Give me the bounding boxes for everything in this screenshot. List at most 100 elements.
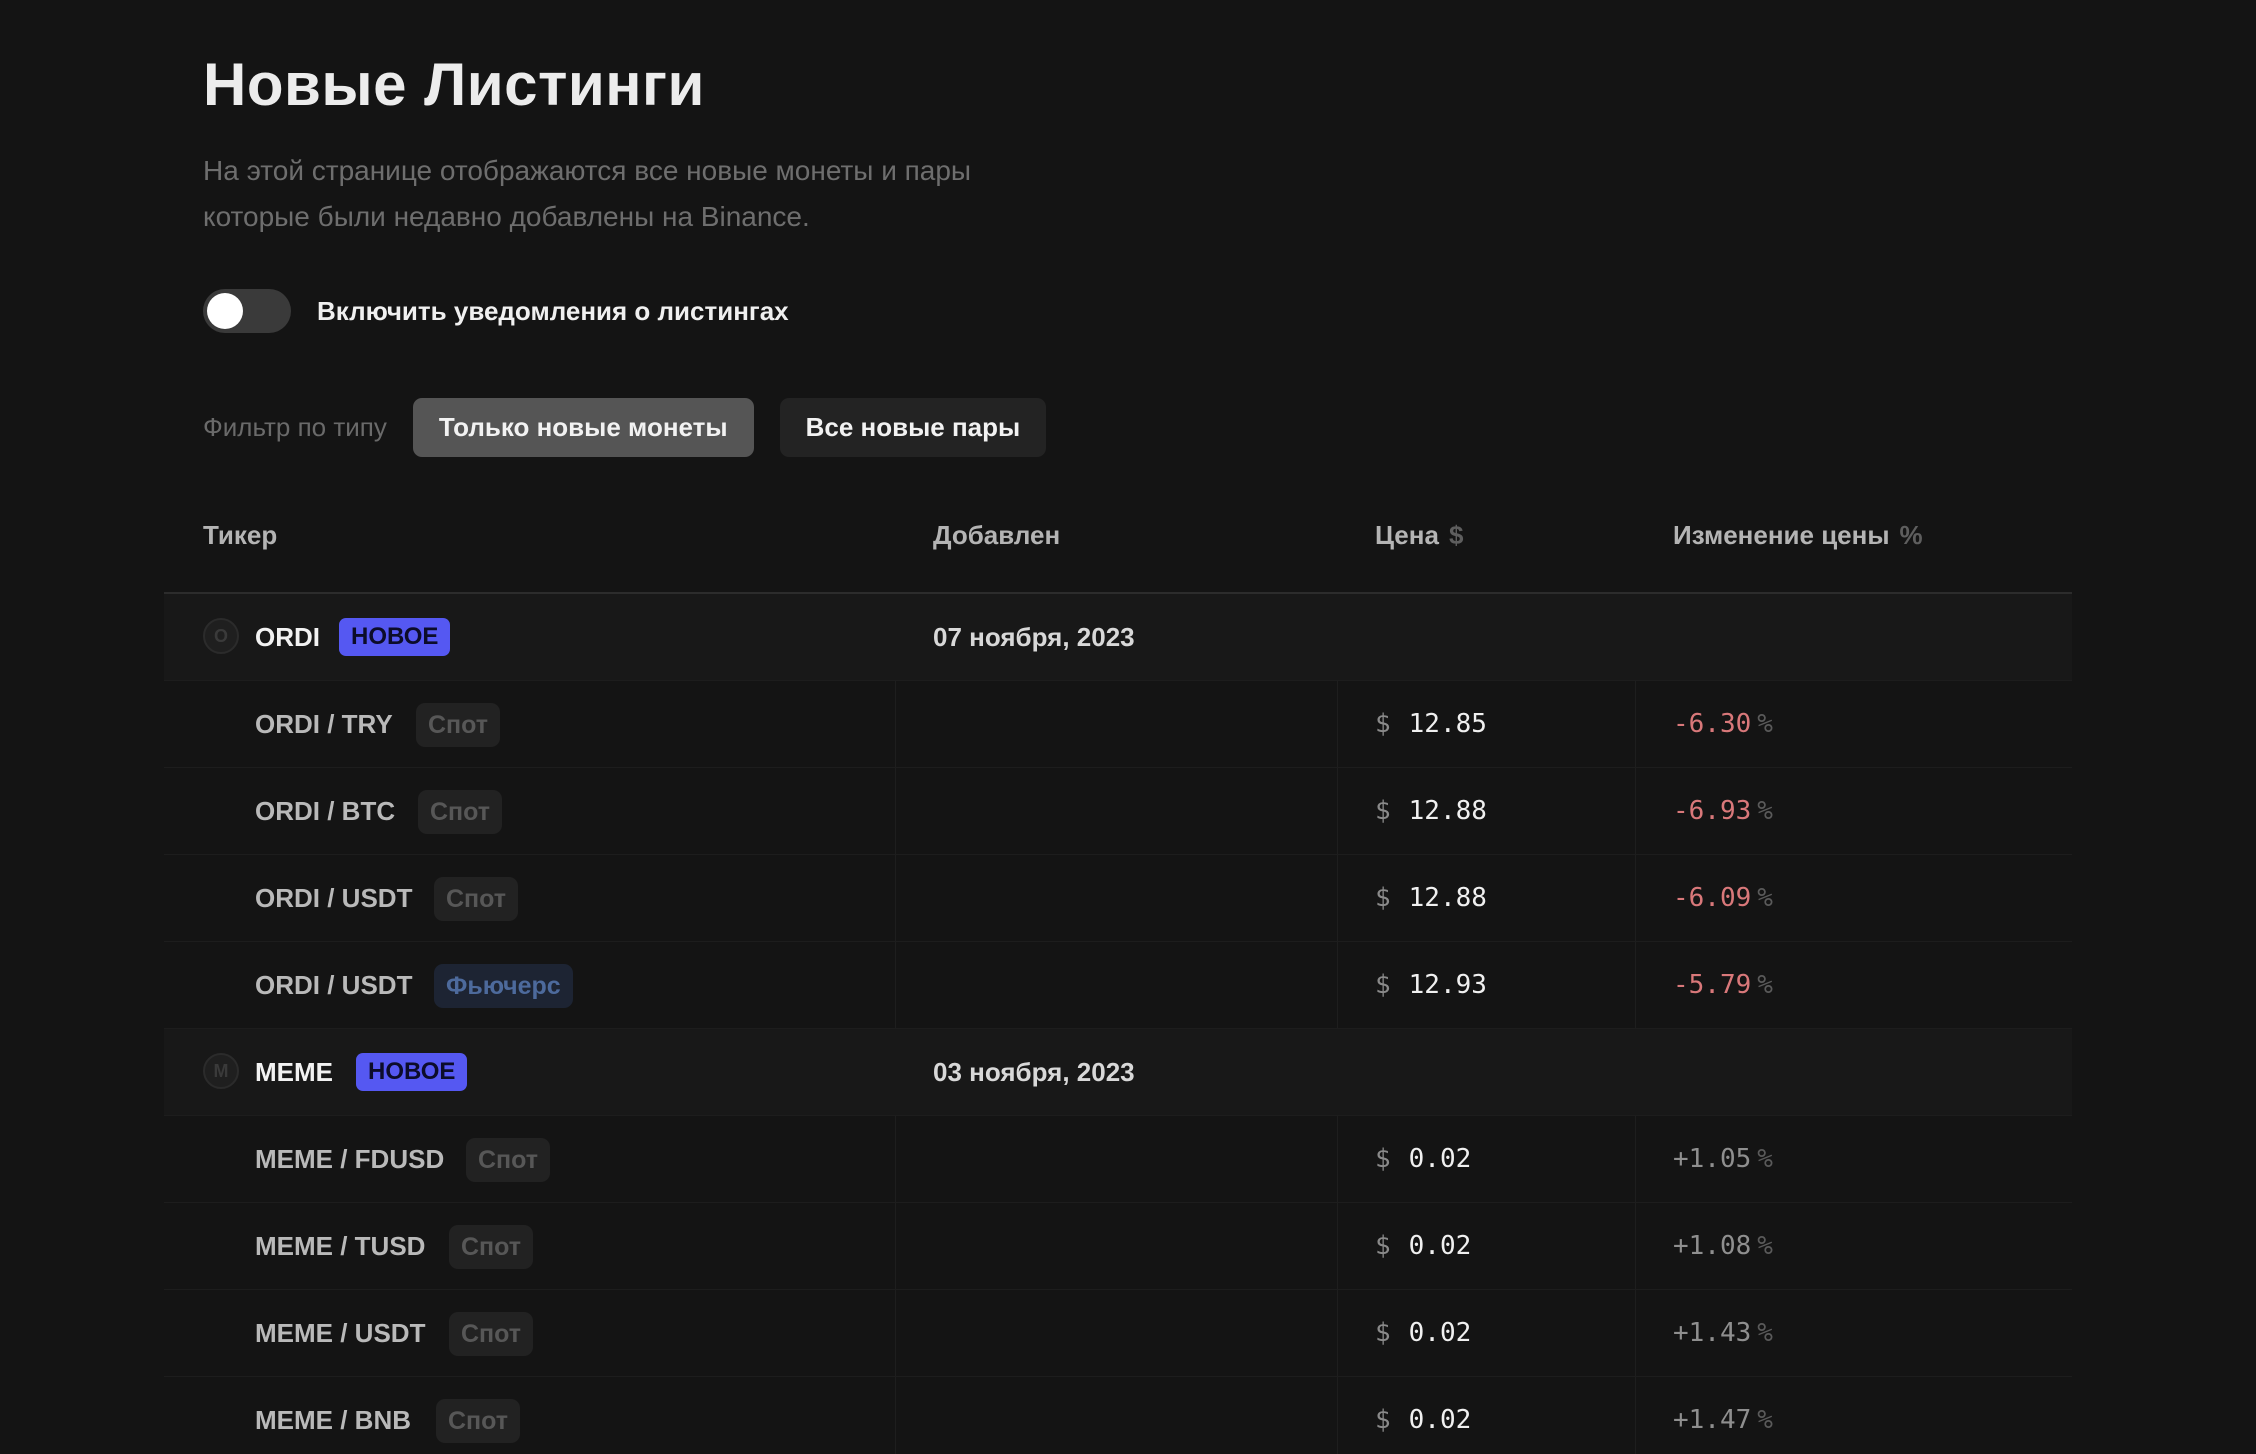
column-header-change[interactable]: Изменение цены% xyxy=(1673,500,1923,592)
pair-name: ORDI / BTC xyxy=(255,796,396,826)
pair-row[interactable]: MEME / FDUSD Спот $0.02 +1.05% xyxy=(164,1116,2072,1203)
price-value: 0.02 xyxy=(1408,1318,1472,1348)
column-header-change-label: Изменение цены xyxy=(1673,520,1890,550)
currency-symbol: $ xyxy=(1375,1318,1391,1348)
currency-symbol: $ xyxy=(1375,970,1391,1000)
percent-sign: % xyxy=(1757,1318,1773,1348)
cell-divider xyxy=(1635,681,1636,767)
coin-name: ORDI xyxy=(255,622,320,652)
pair-name: ORDI / TRY xyxy=(255,709,393,739)
pair-name: MEME / USDT xyxy=(255,1318,426,1348)
pair-name: ORDI / USDT xyxy=(255,883,413,913)
new-badge: НОВОЕ xyxy=(356,1053,468,1091)
pair-price: $12.85 xyxy=(1375,681,1487,767)
filter-new-coins-button[interactable]: Только новые монеты xyxy=(412,398,754,457)
cell-divider xyxy=(895,768,896,854)
price-value: 0.02 xyxy=(1408,1231,1472,1261)
percent-sign: % xyxy=(1757,970,1773,1000)
currency-symbol: $ xyxy=(1375,1144,1391,1174)
pair-row[interactable]: MEME / USDT Спот $0.02 +1.43% xyxy=(164,1290,2072,1377)
listings-table: Тикер Добавлен Цена $ Изменение цены% O O… xyxy=(164,500,2072,1454)
price-change: +1.05% xyxy=(1673,1116,1773,1202)
coin-row-meme[interactable]: M MEME НОВОЕ 03 ноября, 2023 xyxy=(164,1029,2072,1116)
cell-divider xyxy=(1635,1290,1636,1376)
pair-price: $12.93 xyxy=(1375,942,1487,1028)
cell-divider xyxy=(1635,768,1636,854)
pair-row[interactable]: MEME / TUSD Спот $0.02 +1.08% xyxy=(164,1203,2072,1290)
cell-divider xyxy=(1337,855,1338,941)
price-change: +1.08% xyxy=(1673,1203,1773,1289)
column-header-added[interactable]: Добавлен xyxy=(933,500,1060,592)
market-type-badge: Спот xyxy=(436,1399,521,1443)
pair-name: MEME / FDUSD xyxy=(255,1144,445,1174)
cell-divider xyxy=(895,1116,896,1202)
currency-symbol: $ xyxy=(1375,1405,1391,1435)
price-change: -6.09% xyxy=(1673,855,1773,941)
change-value: +1.05 xyxy=(1673,1144,1752,1174)
column-header-price-label: Цена xyxy=(1375,520,1439,550)
column-header-price[interactable]: Цена $ xyxy=(1375,500,1463,592)
currency-symbol: $ xyxy=(1375,883,1391,913)
pair-price: $0.02 xyxy=(1375,1116,1471,1202)
new-listings-page: Новые Листинги На этой странице отобража… xyxy=(0,0,2256,1454)
price-value: 12.85 xyxy=(1408,709,1487,739)
subtitle-line-1: На этой странице отображаются все новые … xyxy=(203,155,972,186)
currency-symbol: $ xyxy=(1375,1231,1391,1261)
cell-divider xyxy=(1635,1203,1636,1289)
market-type-badge: Спот xyxy=(418,790,503,834)
type-filter: Фильтр по типу Только новые монеты Все н… xyxy=(203,398,1072,457)
coin-icon: M xyxy=(203,1053,239,1089)
percent-sign: % xyxy=(1757,1405,1773,1435)
page-title: Новые Листинги xyxy=(203,51,705,118)
change-value: +1.43 xyxy=(1673,1318,1752,1348)
coin-row-ordi[interactable]: O ORDI НОВОЕ 07 ноября, 2023 xyxy=(164,594,2072,681)
pair-row[interactable]: ORDI / BTC Спот $12.88 -6.93% xyxy=(164,768,2072,855)
price-change: -6.30% xyxy=(1673,681,1773,767)
listing-date: 03 ноября, 2023 xyxy=(933,1057,1135,1087)
pair-name: MEME / TUSD xyxy=(255,1231,426,1261)
column-header-price-unit: $ xyxy=(1448,520,1464,550)
notifications-row: Включить уведомления о листингах xyxy=(203,289,789,333)
cell-divider xyxy=(895,1377,896,1454)
cell-divider xyxy=(895,1290,896,1376)
change-value: -6.09 xyxy=(1673,883,1752,913)
cell-divider xyxy=(1635,1377,1636,1454)
table-header: Тикер Добавлен Цена $ Изменение цены% xyxy=(164,500,2072,594)
change-value: +1.08 xyxy=(1673,1231,1752,1261)
percent-sign: % xyxy=(1757,1144,1773,1174)
currency-symbol: $ xyxy=(1375,796,1391,826)
pair-price: $0.02 xyxy=(1375,1203,1471,1289)
price-value: 12.88 xyxy=(1408,796,1487,826)
percent-sign: % xyxy=(1757,1231,1773,1261)
pair-price: $0.02 xyxy=(1375,1290,1471,1376)
listing-date: 07 ноября, 2023 xyxy=(933,622,1135,652)
percent-sign: % xyxy=(1757,709,1773,739)
pair-name: ORDI / USDT xyxy=(255,970,413,1000)
change-value: +1.47 xyxy=(1673,1405,1752,1435)
notifications-label: Включить уведомления о листингах xyxy=(317,295,789,326)
currency-symbol: $ xyxy=(1375,709,1391,739)
toggle-knob xyxy=(207,293,243,329)
change-value: -5.79 xyxy=(1673,970,1752,1000)
price-value: 0.02 xyxy=(1408,1144,1472,1174)
coin-icon: O xyxy=(203,618,239,654)
cell-divider xyxy=(1337,681,1338,767)
pair-row[interactable]: ORDI / USDT Фьючерс $12.93 -5.79% xyxy=(164,942,2072,1029)
change-value: -6.30 xyxy=(1673,709,1752,739)
market-type-badge: Спот xyxy=(449,1225,534,1269)
cell-divider xyxy=(1337,1290,1338,1376)
price-change: -6.93% xyxy=(1673,768,1773,854)
cell-divider xyxy=(895,855,896,941)
pair-row[interactable]: ORDI / TRY Спот $12.85 -6.30% xyxy=(164,681,2072,768)
market-type-badge: Спот xyxy=(434,877,519,921)
cell-divider xyxy=(1337,768,1338,854)
filter-all-pairs-button[interactable]: Все новые пары xyxy=(779,398,1047,457)
pair-row[interactable]: MEME / BNB Спот $0.02 +1.47% xyxy=(164,1377,2072,1454)
notifications-toggle[interactable] xyxy=(203,289,291,333)
column-header-change-unit: % xyxy=(1899,520,1923,550)
column-header-ticker[interactable]: Тикер xyxy=(203,500,277,592)
market-type-badge: Спот xyxy=(466,1138,551,1182)
pair-row[interactable]: ORDI / USDT Спот $12.88 -6.09% xyxy=(164,855,2072,942)
change-value: -6.93 xyxy=(1673,796,1752,826)
new-badge: НОВОЕ xyxy=(339,618,451,656)
